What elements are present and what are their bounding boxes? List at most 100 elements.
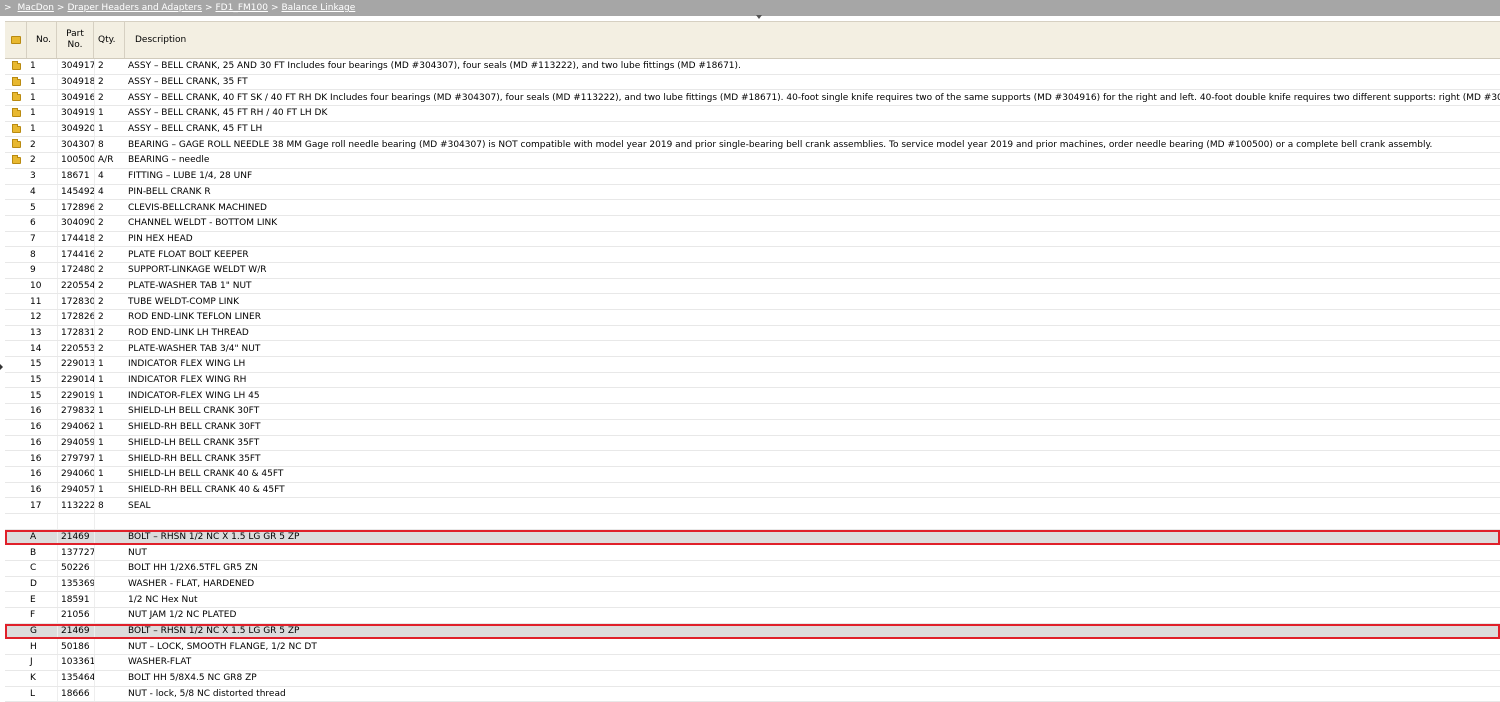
table-row[interactable]: B 137727 NUT — [5, 545, 1500, 561]
cell-no: K — [30, 673, 36, 684]
cell-qty: 2 — [94, 310, 125, 325]
cell-part-no: 18671 — [57, 168, 94, 184]
table-row[interactable]: E 18591 1/2 NC Hex Nut — [5, 592, 1500, 609]
cell-qty — [94, 529, 125, 545]
row-icon-cell[interactable] — [5, 90, 27, 105]
table-row[interactable]: 1 304918 2 ASSY – BELL CRANK, 35 FT — [5, 74, 1500, 91]
table-row[interactable]: 16 294059 1 SHIELD-LH BELL CRANK 35FT — [5, 435, 1500, 452]
breadcrumb-link-macdon[interactable]: MacDon — [18, 3, 54, 13]
cell-description: SUPPORT-LINKAGE WELDT W/R — [128, 265, 267, 276]
row-icon-cell — [5, 655, 27, 670]
table-row[interactable]: 9 172480 2 SUPPORT-LINKAGE WELDT W/R — [5, 262, 1500, 279]
cell-part-no: 172830 — [57, 294, 94, 309]
row-icon-cell[interactable] — [5, 122, 27, 137]
cell-part-no: 137727 — [57, 545, 94, 560]
table-row[interactable]: 14 220553 2 PLATE-WASHER TAB 3/4" NUT — [5, 341, 1500, 358]
table-row[interactable]: 15 229013 1 INDICATOR FLEX WING LH — [5, 357, 1500, 373]
folder-icon[interactable] — [11, 92, 21, 102]
cell-no: L — [30, 688, 36, 699]
cell-qty: 2 — [94, 262, 125, 278]
folder-icon[interactable] — [11, 139, 21, 149]
folder-icon[interactable] — [11, 76, 21, 86]
folder-icon[interactable] — [11, 154, 21, 164]
folder-icon[interactable] — [11, 123, 21, 133]
table-row[interactable]: 16 294060 1 SHIELD-LH BELL CRANK 40 & 45FT — [5, 466, 1500, 483]
cell-description: SHIELD-LH BELL CRANK 40 & 45FT — [128, 469, 284, 480]
row-icon-cell — [5, 592, 27, 607]
cell-no: F — [30, 610, 36, 621]
table-row[interactable]: 7 174418 2 PIN HEX HEAD — [5, 231, 1500, 248]
table-row[interactable]: 15 229019 1 INDICATOR-FLEX WING LH 45 — [5, 388, 1500, 405]
row-icon-cell[interactable] — [5, 106, 27, 121]
table-row[interactable]: 1 304919 1 ASSY – BELL CRANK, 45 FT RH / 40… — [5, 106, 1500, 122]
header-part-no[interactable]: Part No. — [57, 22, 94, 58]
cell-part-no: 135464 — [57, 670, 94, 686]
header-icon-cell[interactable] — [5, 22, 27, 58]
folder-icon[interactable] — [11, 107, 21, 117]
table-row[interactable]: 4 145492 4 PIN-BELL CRANK R — [5, 184, 1500, 201]
table-row[interactable]: 6 304090 2 CHANNEL WELDT - BOTTOM LINK — [5, 215, 1500, 232]
folder-icon[interactable] — [11, 60, 21, 70]
row-icon-cell[interactable] — [5, 137, 27, 152]
cell-qty: 2 — [94, 59, 125, 74]
table-row[interactable]: 16 279797 1 SHIELD-RH BELL CRANK 35FT — [5, 451, 1500, 467]
cell-description: BOLT HH 1/2X6.5TFL GR5 ZN — [128, 563, 258, 574]
table-row[interactable]: G 21469 BOLT – RHSN 1/2 NC X 1.5 LG GR 5 Z… — [5, 623, 1500, 640]
cell-part-no: 21469 — [57, 529, 94, 545]
table-row[interactable]: 2 100500 A/R BEARING – needle — [5, 153, 1500, 169]
row-icon-cell — [5, 294, 27, 309]
row-icon-cell[interactable] — [5, 75, 27, 90]
table-row[interactable]: 17 113222 8 SEAL — [5, 498, 1500, 514]
table-row[interactable]: 8 174416 2 PLATE FLOAT BOLT KEEPER — [5, 247, 1500, 263]
table-row[interactable]: 2 304307 8 BEARING – GAGE ROLL NEEDLE 38 MM… — [5, 137, 1500, 154]
cell-qty: 8 — [94, 498, 125, 513]
table-row[interactable]: L 18666 NUT - lock, 5/8 NC distorted threa… — [5, 686, 1500, 702]
table-row[interactable]: 5 172896 2 CLEVIS-BELLCRANK MACHINED — [5, 200, 1500, 216]
table-row[interactable]: 1 304920 1 ASSY – BELL CRANK, 45 FT LH — [5, 121, 1500, 138]
breadcrumb-link-balance-linkage[interactable]: Balance Linkage — [281, 3, 355, 13]
row-icon-cell — [5, 373, 27, 388]
table-row[interactable]: 16 294057 1 SHIELD-RH BELL CRANK 40 & 45FT — [5, 482, 1500, 499]
row-icon-cell — [5, 310, 27, 325]
cell-part-no: 135369 — [57, 576, 94, 592]
cell-no — [27, 514, 57, 529]
table-row[interactable]: F 21056 NUT JAM 1/2 NC PLATED — [5, 608, 1500, 624]
row-icon-cell[interactable] — [5, 153, 27, 168]
table-row[interactable]: K 135464 BOLT HH 5/8X4.5 NC GR8 ZP — [5, 670, 1500, 687]
cell-part-no: 145492 — [57, 184, 94, 200]
table-row[interactable]: 1 304917 2 ASSY – BELL CRANK, 25 AND 30 FT … — [5, 59, 1500, 75]
table-row[interactable]: 15 229014 1 INDICATOR FLEX WING RH — [5, 372, 1500, 389]
table-row[interactable]: 12 172826 2 ROD END-LINK TEFLON LINER — [5, 310, 1500, 326]
cell-part-no: 304919 — [57, 106, 94, 121]
cell-part-no: 18591 — [57, 592, 94, 608]
folder-icon — [10, 36, 21, 44]
header-no[interactable]: No. — [27, 22, 57, 58]
table-row[interactable]: 10 220554 2 PLATE-WASHER TAB 1" NUT — [5, 278, 1500, 295]
table-row[interactable]: 13 172831 2 ROD END-LINK LH THREAD — [5, 325, 1500, 342]
cell-qty: 1 — [94, 419, 125, 435]
cell-qty: A/R — [94, 153, 125, 168]
table-row[interactable]: 11 172830 2 TUBE WELDT-COMP LINK — [5, 294, 1500, 310]
header-description[interactable]: Description — [125, 22, 1500, 58]
table-row[interactable]: H 50186 NUT – LOCK, SMOOTH FLANGE, 1/2 NC … — [5, 639, 1500, 656]
table-row[interactable]: 3 18671 4 FITTING – LUBE 1/4, 28 UNF — [5, 168, 1500, 185]
header-qty[interactable]: Qty. — [94, 22, 125, 58]
side-panel-expand-icon[interactable] — [0, 364, 3, 370]
table-row[interactable]: 16 294062 1 SHIELD-RH BELL CRANK 30FT — [5, 419, 1500, 436]
cell-no: 4 — [30, 186, 36, 197]
breadcrumb-link-fd1-fm100[interactable]: FD1_FM100 — [215, 3, 267, 13]
row-icon-cell[interactable] — [5, 59, 27, 74]
table-row[interactable]: C 50226 BOLT HH 1/2X6.5TFL GR5 ZN — [5, 561, 1500, 577]
cell-description: BEARING – GAGE ROLL NEEDLE 38 MM Gage ro… — [128, 139, 1433, 150]
table-row[interactable] — [5, 513, 1500, 530]
cell-description: PLATE-WASHER TAB 3/4" NUT — [128, 343, 261, 354]
breadcrumb-link-draper-headers[interactable]: Draper Headers and Adapters — [67, 3, 201, 13]
panel-resize-handle-icon[interactable] — [756, 15, 762, 19]
table-row[interactable]: J 103361 WASHER-FLAT — [5, 655, 1500, 671]
table-row[interactable]: 1 304916 2 ASSY – BELL CRANK, 40 FT SK / 40… — [5, 90, 1500, 107]
table-row[interactable]: A 21469 BOLT – RHSN 1/2 NC X 1.5 LG GR 5 Z… — [5, 529, 1500, 546]
table-row[interactable]: D 135369 WASHER - FLAT, HARDENED — [5, 576, 1500, 593]
row-icon-cell — [5, 326, 27, 341]
cell-part-no: 304917 — [57, 59, 94, 74]
table-row[interactable]: 16 279832 1 SHIELD-LH BELL CRANK 30FT — [5, 404, 1500, 420]
